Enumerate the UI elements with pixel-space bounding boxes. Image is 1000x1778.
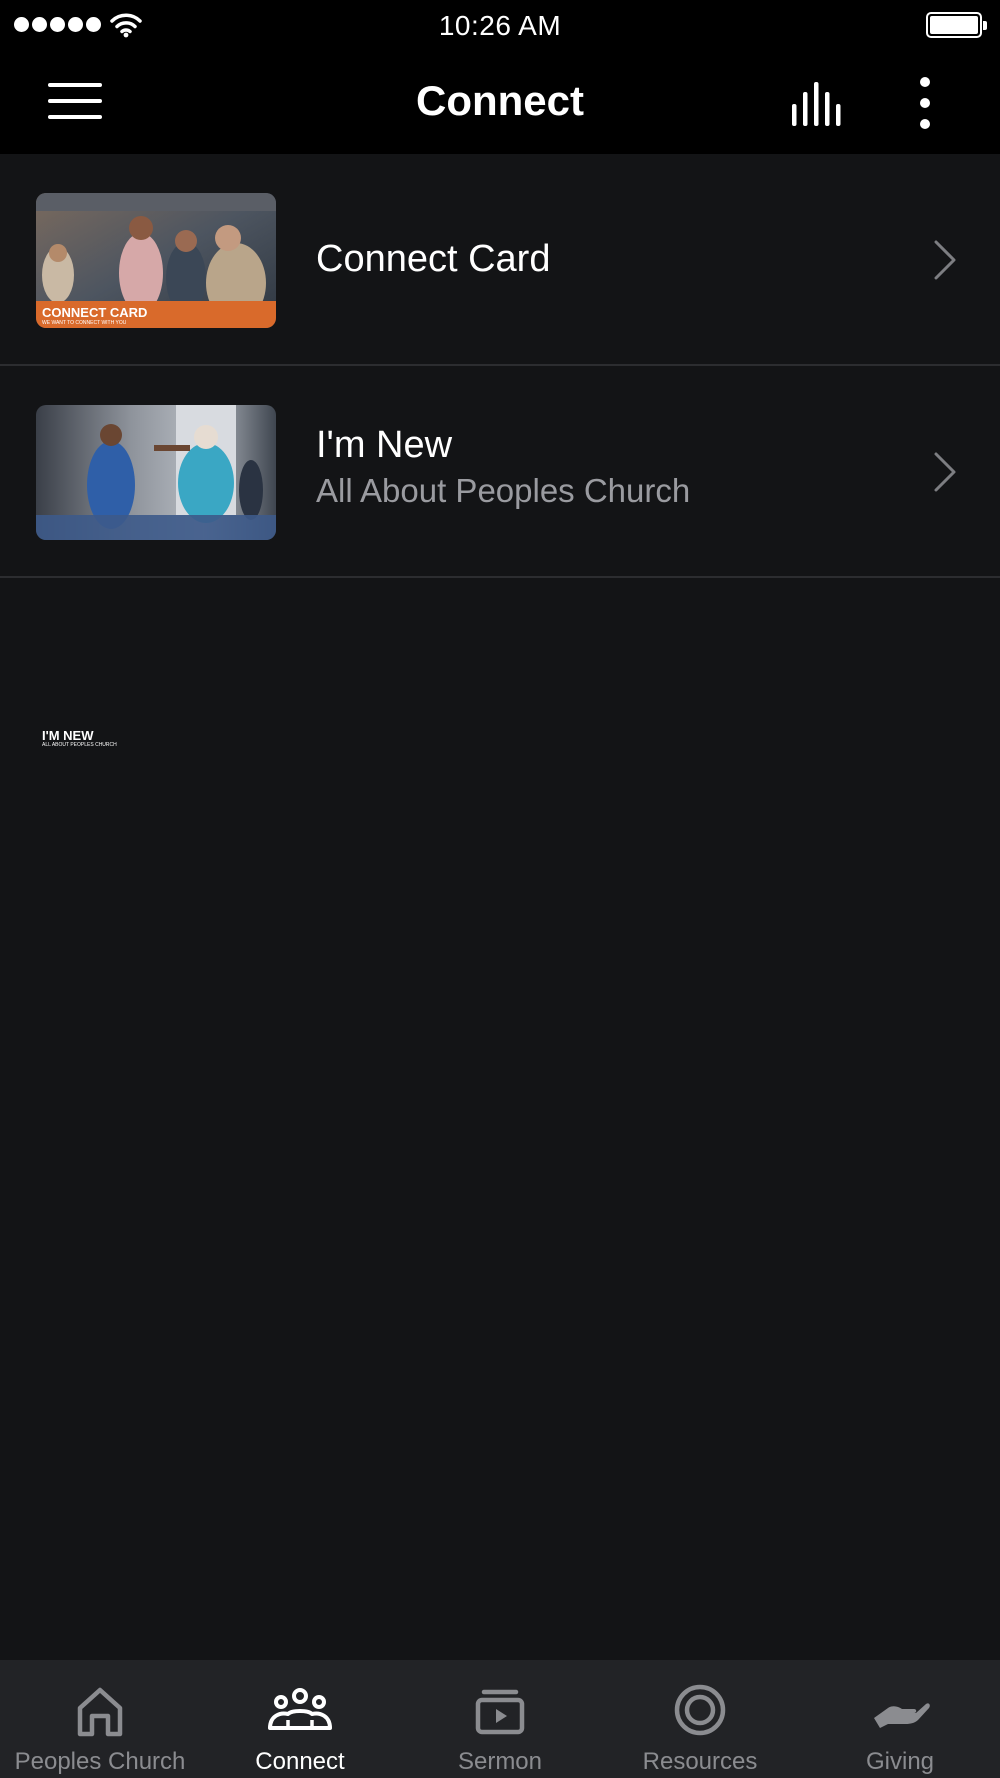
audio-bars-icon[interactable]	[790, 80, 846, 126]
list-item-title: Connect Card	[316, 238, 551, 280]
tab-sermon[interactable]: Sermon	[400, 1660, 600, 1778]
battery-icon	[926, 12, 987, 38]
status-bar: 10:26 AM	[0, 0, 1000, 50]
tab-connect[interactable]: Connect	[200, 1660, 400, 1778]
tab-label: Giving	[865, 1748, 935, 1775]
chevron-right-icon	[934, 452, 956, 492]
status-time: 10:26 AM	[438, 10, 562, 41]
thumb-tagline: WE WANT TO CONNECT WITH YOU	[42, 320, 127, 326]
tab-resources[interactable]: Resources	[600, 1660, 800, 1778]
tab-label: Connect	[255, 1748, 345, 1775]
list-item-text: Connect Card	[316, 238, 916, 282]
tab-bar: Peoples Church Connect Sermon Resources	[0, 1660, 1000, 1778]
more-options-button[interactable]	[910, 75, 940, 131]
thumb-tagline: ALL ABOUT PEOPLES CHURCH	[42, 742, 117, 748]
list-item-title: I'm New	[316, 424, 453, 466]
tab-giving[interactable]: Giving	[800, 1660, 1000, 1778]
page-title: Connect	[416, 77, 584, 124]
tab-label: Resources	[642, 1748, 758, 1775]
im-new-thumbnail	[36, 405, 276, 540]
chevron-right-icon	[934, 240, 956, 280]
giving-hand-icon	[874, 1703, 930, 1728]
video-play-icon	[475, 1689, 525, 1735]
more-vertical-icon	[920, 77, 930, 87]
list-item-im-new[interactable]: I'M NEW ALL ABOUT PEOPLES CHURCH I'm New…	[0, 366, 1000, 748]
tab-label: Sermon	[457, 1748, 543, 1775]
target-ring-icon	[674, 1684, 726, 1736]
thumb-caption: CONNECT CARD	[42, 305, 148, 320]
connect-list: CONNECT CARD WE WANT TO CONNECT WITH YOU…	[0, 154, 1000, 748]
list-item-subtitle: All About Peoples Church	[316, 471, 691, 509]
group-icon	[268, 1688, 332, 1730]
nav-bar: Connect	[0, 50, 1000, 154]
tab-label: Peoples Church	[14, 1748, 186, 1775]
home-icon	[77, 1687, 123, 1737]
list-item-connect-card[interactable]: CONNECT CARD WE WANT TO CONNECT WITH YOU…	[0, 154, 1000, 366]
list-item-text: I'm New All About Peoples Church	[316, 424, 916, 511]
tab-peoples-church[interactable]: Peoples Church	[0, 1660, 200, 1778]
thumb-caption: I'M NEW	[42, 728, 94, 743]
